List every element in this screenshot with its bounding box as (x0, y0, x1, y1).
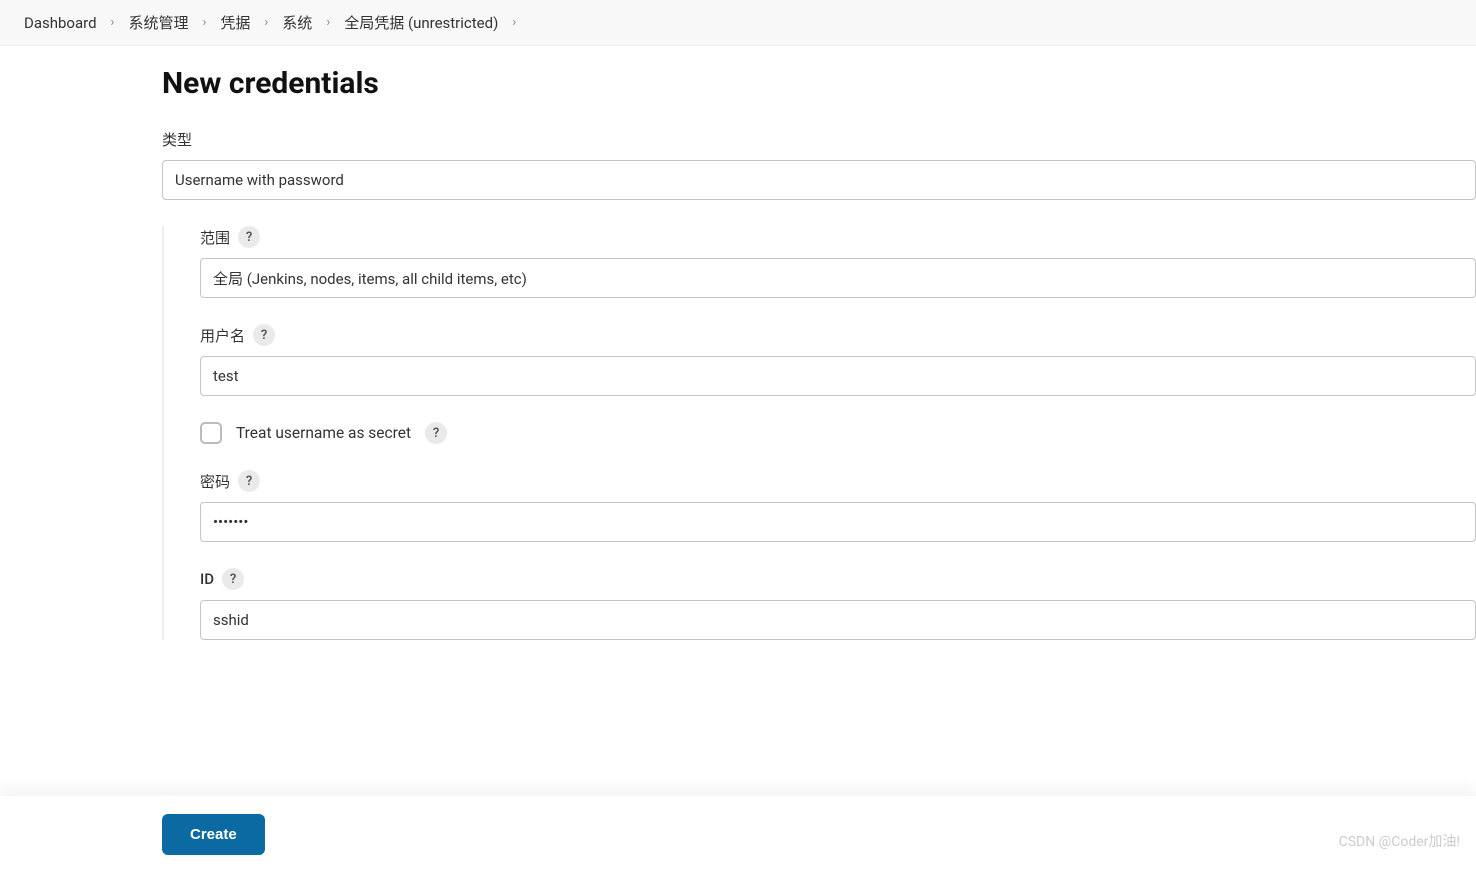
breadcrumb-system-manage[interactable]: 系统管理 (128, 12, 188, 33)
chevron-right-icon: › (326, 15, 330, 30)
help-icon[interactable]: ? (222, 568, 244, 590)
help-icon[interactable]: ? (425, 422, 447, 444)
field-id: ID ? (200, 568, 1476, 640)
help-icon[interactable]: ? (238, 226, 260, 248)
breadcrumb-dashboard[interactable]: Dashboard (24, 14, 97, 32)
treat-secret-checkbox[interactable] (200, 422, 222, 444)
chevron-right-icon: › (264, 15, 268, 30)
scope-label: 范围 (200, 227, 230, 248)
help-icon[interactable]: ? (253, 324, 275, 346)
username-input[interactable] (200, 356, 1476, 396)
scroll-fade (150, 761, 1476, 801)
field-treat-secret: Treat username as secret ? (200, 422, 1476, 444)
field-scope: 范围 ? (200, 226, 1476, 298)
footer-bar: Create (0, 796, 1476, 877)
field-password: 密码 ? (200, 470, 1476, 542)
breadcrumb-credentials[interactable]: 凭据 (220, 12, 250, 33)
kind-select[interactable] (162, 160, 1476, 200)
chevron-right-icon: › (202, 15, 206, 30)
id-label: ID (200, 570, 214, 588)
help-icon[interactable]: ? (238, 470, 260, 492)
password-input[interactable] (200, 502, 1476, 542)
credentials-details: 范围 ? 用户名 ? Treat username as secret ? 密码… (162, 226, 1476, 640)
treat-secret-label: Treat username as secret (236, 424, 411, 442)
id-input[interactable] (200, 600, 1476, 640)
breadcrumb: Dashboard › 系统管理 › 凭据 › 系统 › 全局凭据 (unres… (0, 0, 1476, 46)
page-title: New credentials (162, 66, 1476, 101)
chevron-right-icon: › (111, 15, 115, 30)
kind-label: 类型 (162, 129, 1476, 150)
main-content: New credentials 类型 范围 ? 用户名 ? Treat user… (0, 46, 1476, 640)
username-label: 用户名 (200, 325, 245, 346)
chevron-right-icon: › (512, 15, 516, 30)
field-kind: 类型 (162, 129, 1476, 200)
field-username: 用户名 ? (200, 324, 1476, 396)
password-label: 密码 (200, 471, 230, 492)
breadcrumb-global-credentials[interactable]: 全局凭据 (unrestricted) (344, 12, 498, 33)
scope-select[interactable] (200, 258, 1476, 298)
create-button[interactable]: Create (162, 814, 265, 855)
breadcrumb-system[interactable]: 系统 (282, 12, 312, 33)
